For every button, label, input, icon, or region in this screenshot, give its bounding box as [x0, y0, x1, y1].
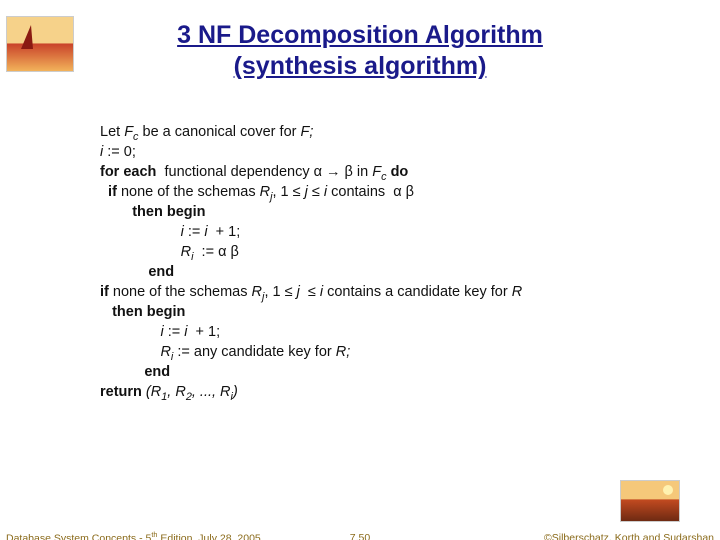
footer-center: 7.50 — [350, 532, 370, 540]
algo-line-1: Let Fc be a canonical cover for F; — [100, 122, 690, 142]
top-left-logo — [6, 16, 74, 72]
algo-line-2: i := 0; — [100, 142, 690, 162]
algo-line-7: Ri := α β — [100, 242, 690, 262]
footer-left: Database System Concepts - 5th Edition, … — [6, 530, 264, 540]
algo-line-5: then begin — [100, 202, 690, 222]
footer-right: ©Silberschatz, Korth and Sudarshan — [544, 532, 714, 540]
slide-title: 3 NF Decomposition Algorithm (synthesis … — [0, 10, 720, 83]
algorithm-body: Let Fc be a canonical cover for F; i := … — [100, 122, 690, 402]
algo-line-4: if none of the schemas Rj, 1 ≤ j ≤ i con… — [100, 182, 690, 202]
algo-line-13: end — [100, 362, 690, 382]
algo-line-11: i := i + 1; — [100, 322, 690, 342]
algo-line-14: return (R1, R2, ..., Ri) — [100, 382, 690, 402]
algo-line-10: then begin — [100, 302, 690, 322]
algo-line-8: end — [100, 262, 690, 282]
algo-line-12: Ri := any candidate key for R; — [100, 342, 690, 362]
algo-line-3: for each functional dependency α → β in … — [100, 162, 690, 182]
title-line-2: (synthesis algorithm) — [234, 52, 487, 80]
algo-line-9: if none of the schemas Rj, 1 ≤ j ≤ i con… — [100, 282, 690, 302]
title-line-1: 3 NF Decomposition Algorithm — [177, 21, 543, 49]
algo-line-6: i := i + 1; — [100, 222, 690, 242]
bottom-right-logo — [620, 480, 680, 522]
